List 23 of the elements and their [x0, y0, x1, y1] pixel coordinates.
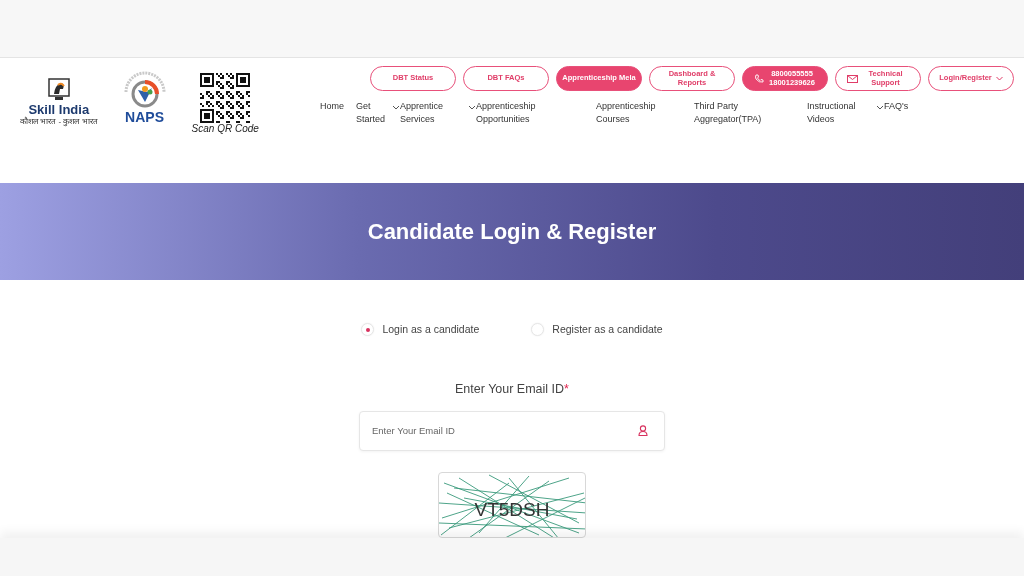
nav-link[interactable]: Third Party Aggregator(TPA) [694, 100, 774, 127]
qr-code-icon [200, 73, 251, 123]
page-title: Candidate Login & Register [367, 218, 657, 246]
nav-link[interactable]: Apprentice Services [400, 100, 476, 127]
qr-caption: Scan QR Code [191, 123, 259, 134]
nav-link[interactable]: Home [320, 100, 344, 127]
nav-link[interactable]: Apprenticeship Courses [596, 100, 676, 127]
mail-icon [846, 74, 858, 83]
user-icon [638, 424, 648, 436]
phone-icon [754, 73, 764, 84]
caret-icon [995, 76, 1003, 81]
nav-link[interactable]: FAQ's [884, 100, 909, 127]
logo-text: Skill India [28, 103, 90, 117]
skill-india-logo-icon [45, 77, 72, 103]
logo-text: NAPS [125, 110, 164, 124]
field-label: Enter Your Email ID* [455, 380, 569, 398]
email-input-field[interactable]: Enter Your Email ID [359, 410, 665, 451]
nav-link[interactable]: Apprenticeship Opportunities [476, 100, 556, 127]
radio-option[interactable]: Login as a candidate [361, 322, 480, 338]
radio-option[interactable]: Register as a candidate [531, 322, 663, 338]
nav-link[interactable]: Instructional Videos [807, 100, 884, 127]
logo-tagline: कौशल भारत - कुशल भारत [20, 117, 98, 128]
nav-link[interactable]: Get Started [356, 100, 388, 127]
